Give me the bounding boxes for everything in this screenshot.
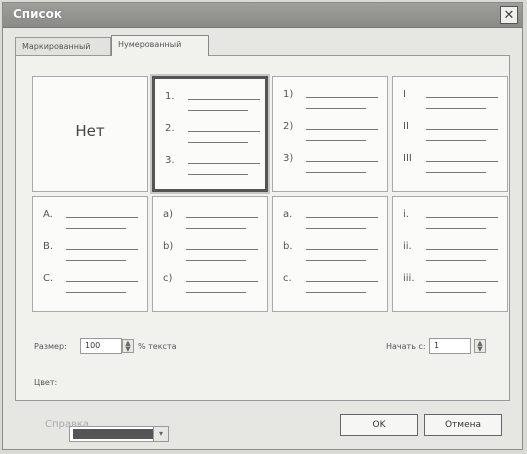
numbered-panel: Нет 1. 2. 3. 1) 2) 3) I II III A. B. C. … <box>15 55 510 442</box>
style-roman-lower[interactable]: i. ii. iii. <box>392 196 508 312</box>
style-roman-upper[interactable]: I II III <box>392 76 508 192</box>
marker-1: 1. <box>165 91 175 102</box>
marker-3: c) <box>163 273 173 284</box>
style-arabic-dot[interactable]: 1. 2. 3. <box>152 76 268 192</box>
close-icon[interactable]: ✕ <box>500 6 518 24</box>
start-stepper[interactable]: ▲ ▼ <box>474 339 486 353</box>
size-suffix: % текста <box>138 342 177 351</box>
marker-1: I <box>403 89 406 100</box>
help-button[interactable]: Справка <box>45 414 95 436</box>
marker-1: i. <box>403 209 409 220</box>
style-alpha-paren[interactable]: a) b) c) <box>152 196 268 312</box>
dialog-actions: Справка OK Отмена <box>15 407 510 441</box>
start-input[interactable]: 1 <box>429 338 471 354</box>
style-alpha-upper[interactable]: A. B. C. <box>32 196 148 312</box>
style-none-label: Нет <box>75 122 105 140</box>
tab-numbered[interactable]: Нумерованный <box>111 35 209 56</box>
marker-2: B. <box>43 241 54 252</box>
marker-1: 1) <box>283 89 294 100</box>
marker-3: 3) <box>283 153 294 164</box>
style-none[interactable]: Нет <box>32 76 148 192</box>
window-title: Список <box>13 7 63 21</box>
tab-bulleted[interactable]: Маркированный <box>15 37 111 55</box>
marker-3: iii. <box>403 273 415 284</box>
marker-3: III <box>403 153 412 164</box>
start-label: Начать с: <box>386 342 426 351</box>
titlebar: Список ✕ <box>3 3 522 28</box>
marker-2: II <box>403 121 409 132</box>
size-input[interactable]: 100 <box>80 338 122 354</box>
marker-1: A. <box>43 209 53 220</box>
marker-2: b) <box>163 241 174 252</box>
marker-2: b. <box>283 241 293 252</box>
list-dialog: Список ✕ Маркированный Нумерованный Нет … <box>2 2 523 450</box>
cancel-button[interactable]: Отмена <box>424 414 502 436</box>
marker-3: C. <box>43 273 54 284</box>
size-stepper[interactable]: ▲ ▼ <box>122 339 134 353</box>
color-label: Цвет: <box>34 378 58 387</box>
marker-1: a) <box>163 209 174 220</box>
size-label: Размер: <box>34 342 67 351</box>
marker-1: a. <box>283 209 293 220</box>
marker-3: 3. <box>165 155 175 166</box>
style-arabic-paren[interactable]: 1) 2) 3) <box>272 76 388 192</box>
style-alpha-lower-dot[interactable]: a. b. c. <box>272 196 388 312</box>
marker-2: ii. <box>403 241 412 252</box>
ok-button[interactable]: OK <box>340 414 418 436</box>
marker-3: c. <box>283 273 292 284</box>
marker-2: 2. <box>165 123 175 134</box>
marker-2: 2) <box>283 121 294 132</box>
